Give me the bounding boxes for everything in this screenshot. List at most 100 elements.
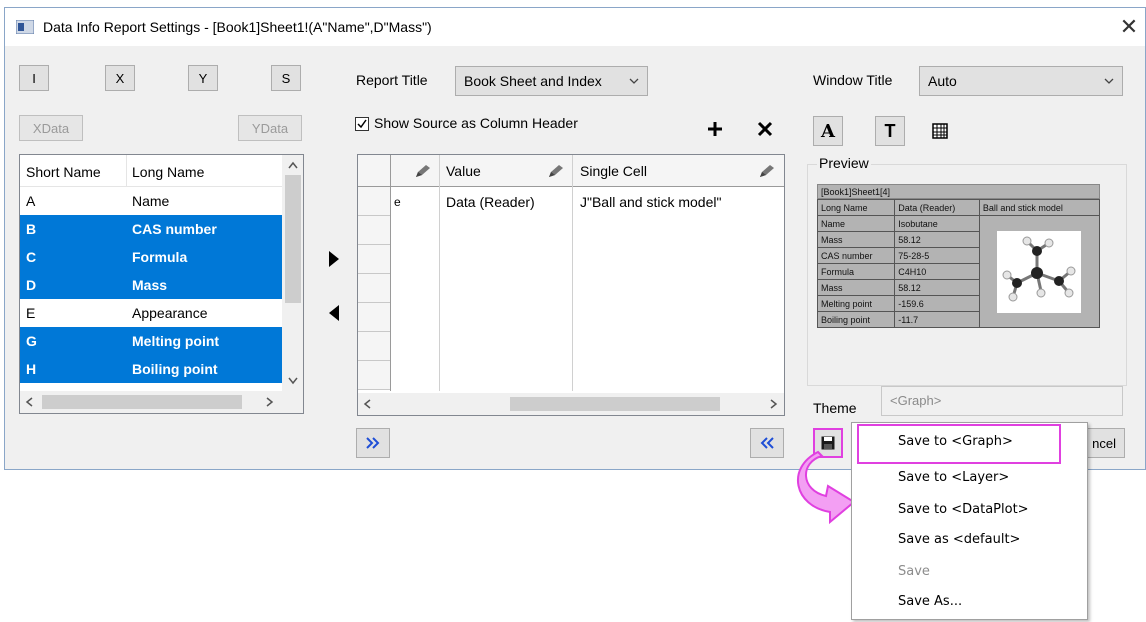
- menu-item[interactable]: Save to <Layer>: [852, 463, 1087, 491]
- report-title-label: Report Title: [356, 72, 428, 88]
- menu-item[interactable]: Save: [852, 557, 1087, 585]
- preview-cell: Boiling point: [816, 311, 896, 328]
- list-item[interactable]: D Mass: [20, 271, 282, 299]
- row-header-cell[interactable]: [358, 361, 390, 390]
- table-format-button[interactable]: [925, 116, 955, 146]
- single-cell-column-header[interactable]: Single Cell: [580, 163, 647, 179]
- preview-cell: 58.12: [894, 279, 980, 296]
- xdata-button[interactable]: XData: [19, 115, 83, 141]
- list-item[interactable]: C Formula: [20, 243, 282, 271]
- menu-item[interactable]: Save to <DataPlot>: [852, 495, 1087, 523]
- font-button[interactable]: A: [813, 116, 843, 146]
- header-long-name[interactable]: Long Name: [132, 164, 204, 180]
- plus-icon: [708, 122, 722, 136]
- menu-item[interactable]: Save As...: [852, 587, 1087, 615]
- table-icon: [932, 123, 948, 139]
- grid-cell-single-cell[interactable]: J"Ball and stick model": [580, 194, 721, 210]
- window-title-label: Window Title: [813, 72, 893, 88]
- list-item-short-name: C: [26, 249, 37, 265]
- row-header-cell[interactable]: [358, 332, 390, 361]
- row-header-cell[interactable]: [358, 216, 390, 245]
- row-header-cell[interactable]: [358, 245, 390, 274]
- designation-y-button[interactable]: Y: [188, 65, 218, 91]
- scroll-left-icon[interactable]: [363, 399, 371, 409]
- pencil-icon[interactable]: [547, 163, 565, 179]
- scroll-up-icon[interactable]: [288, 161, 298, 169]
- scroll-right-icon[interactable]: [266, 397, 274, 407]
- checkbox-checked-icon[interactable]: [355, 117, 369, 131]
- scroll-down-icon[interactable]: [288, 377, 298, 385]
- remove-column-button[interactable]: [322, 298, 346, 328]
- designation-s-button[interactable]: S: [271, 65, 301, 91]
- preview-cell: 75-28-5: [894, 247, 980, 264]
- title-bar[interactable]: Data Info Report Settings - [Book1]Sheet…: [5, 8, 1145, 46]
- list-item-long-name: Mass: [132, 277, 168, 293]
- highlight-box: [857, 424, 1061, 464]
- list-item-short-name: E: [26, 305, 36, 321]
- preview-header-cell: Ball and stick model: [978, 199, 1101, 216]
- header-short-name[interactable]: Short Name: [26, 164, 101, 180]
- cancel-label: ncel: [1092, 435, 1116, 451]
- designation-x-button[interactable]: X: [105, 65, 135, 91]
- value-column-header[interactable]: Value: [446, 163, 481, 179]
- grid-horizontal-scrollbar[interactable]: [358, 393, 784, 415]
- double-chevron-right-icon: [366, 437, 380, 449]
- collapse-button[interactable]: [750, 428, 784, 458]
- list-item[interactable]: G Melting point: [20, 327, 282, 355]
- list-item-long-name: Melting point: [132, 333, 220, 349]
- preview-cell: Melting point: [816, 295, 896, 312]
- floppy-disk-icon: [821, 436, 835, 450]
- grid-divider: [390, 155, 391, 391]
- designation-i-button[interactable]: I: [19, 65, 49, 91]
- vertical-scroll-thumb[interactable]: [285, 175, 301, 303]
- list-item-short-name: D: [26, 277, 37, 293]
- horizontal-scroll-thumb[interactable]: [42, 395, 242, 409]
- pencil-icon[interactable]: [414, 163, 432, 179]
- dialog-window: Data Info Report Settings - [Book1]Sheet…: [4, 7, 1146, 470]
- theme-field[interactable]: <Graph>: [881, 386, 1123, 416]
- report-title-dropdown[interactable]: Book Sheet and Index: [455, 66, 648, 96]
- preview-cell: C4H10: [894, 263, 980, 280]
- expand-button[interactable]: [356, 428, 390, 458]
- chevron-down-icon: [1104, 78, 1114, 84]
- vertical-scrollbar[interactable]: [282, 155, 303, 391]
- window-title-dropdown[interactable]: Auto: [919, 66, 1123, 96]
- list-item-short-name: G: [26, 333, 37, 349]
- list-item[interactable]: H Boiling point: [20, 355, 282, 383]
- list-item-long-name: Boiling point: [132, 361, 218, 377]
- row-header-cell[interactable]: [358, 187, 390, 216]
- list-item[interactable]: E Appearance: [20, 299, 282, 327]
- close-icon[interactable]: ✕: [1117, 15, 1141, 39]
- grid-horizontal-scroll-thumb[interactable]: [510, 397, 720, 411]
- delete-row-button[interactable]: [751, 115, 779, 143]
- grid-cell-value[interactable]: Data (Reader): [446, 194, 535, 210]
- column-list[interactable]: Short Name Long Name A Name B CAS number C Fo…: [19, 154, 304, 414]
- preview-report: [Book1]Sheet1[4] Long Name Data (Reader)…: [816, 184, 1101, 328]
- row-header-cell[interactable]: [358, 274, 390, 303]
- row-header-cell[interactable]: [358, 303, 390, 332]
- x-delete-icon: [757, 121, 773, 137]
- preview-cell: Formula: [816, 263, 896, 280]
- menu-item[interactable]: Save as <default>: [852, 525, 1087, 553]
- scroll-left-icon[interactable]: [25, 397, 33, 407]
- list-item-long-name: Appearance: [132, 305, 208, 321]
- grid-cell-partial[interactable]: e: [394, 195, 401, 209]
- chevron-down-icon: [629, 78, 639, 84]
- add-row-button[interactable]: [701, 115, 729, 143]
- t-icon: T: [884, 120, 896, 141]
- list-item[interactable]: B CAS number: [20, 215, 282, 243]
- preview-label: Preview: [817, 155, 871, 171]
- scroll-right-icon[interactable]: [770, 399, 778, 409]
- text-button[interactable]: T: [875, 116, 905, 146]
- preview-cell: Mass: [816, 231, 896, 248]
- show-source-checkbox[interactable]: Show Source as Column Header: [355, 114, 655, 134]
- list-item-long-name: Formula: [132, 249, 188, 265]
- list-item[interactable]: A Name: [20, 187, 282, 215]
- ydata-button[interactable]: YData: [238, 115, 302, 141]
- horizontal-scrollbar[interactable]: [20, 391, 303, 413]
- pencil-icon[interactable]: [758, 163, 776, 179]
- preview-header-cell: Data (Reader): [894, 199, 980, 216]
- list-item-long-name: CAS number: [132, 221, 217, 237]
- add-column-button[interactable]: [322, 244, 346, 274]
- report-grid[interactable]: Value Single Cell e Data (Reader) J"Ball…: [357, 154, 785, 416]
